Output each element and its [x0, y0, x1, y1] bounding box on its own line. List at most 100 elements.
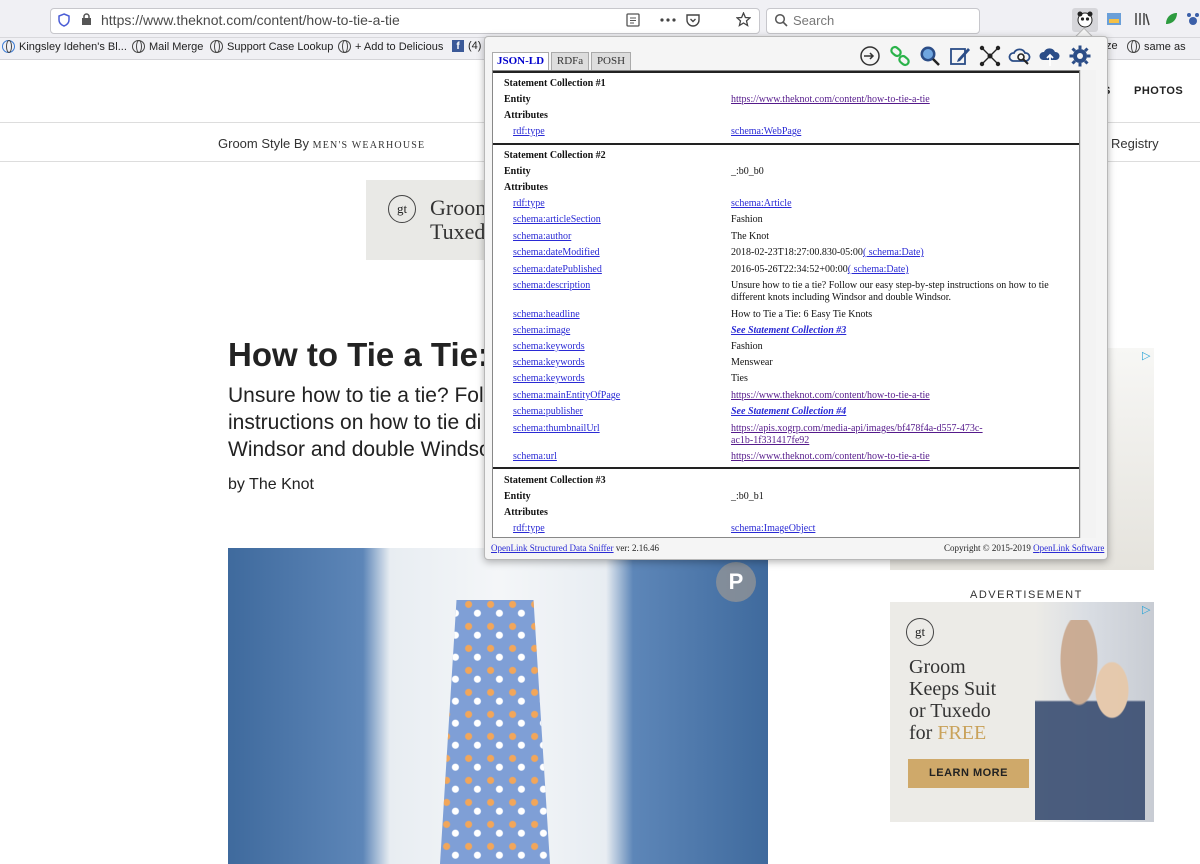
- attribute-value[interactable]: See Statement Collection #3: [731, 325, 846, 336]
- lock-icon[interactable]: [81, 13, 92, 26]
- nav-item-groom-style[interactable]: Groom Style By MEN'S WEARHOUSE: [218, 136, 425, 151]
- attribute-key[interactable]: schema:keywords: [513, 341, 585, 352]
- globe-icon: [338, 40, 351, 53]
- ad-headline-line: or Tuxedo: [909, 700, 991, 722]
- datatype-link[interactable]: ( schema:Date): [863, 247, 924, 258]
- entity-value: _:b0_b0: [731, 166, 764, 177]
- chain-link-icon[interactable]: [888, 44, 912, 68]
- attribute-value[interactable]: schema:ImageObject: [731, 523, 815, 534]
- edit-icon[interactable]: [948, 44, 972, 68]
- attribute-value-continued[interactable]: ac1b-1f331417fe92: [731, 435, 809, 446]
- article-byline[interactable]: by The Knot: [228, 476, 314, 494]
- popup-footer-copyright: Copyright © 2015-2019 OpenLink Software: [944, 543, 1104, 553]
- attribute-key[interactable]: schema:author: [513, 231, 571, 242]
- bookmark-item[interactable]: f (4): [452, 40, 481, 52]
- nav-item-registry[interactable]: Registry: [1111, 136, 1159, 151]
- library-icon[interactable]: [1134, 12, 1150, 26]
- tab-rdfa[interactable]: RDFa: [551, 52, 589, 70]
- paw-extension-icon[interactable]: [1186, 11, 1200, 27]
- entity-label: Entity: [504, 491, 531, 502]
- shield-icon[interactable]: [58, 13, 70, 27]
- pinterest-icon[interactable]: P: [716, 562, 756, 602]
- reader-view-icon[interactable]: [626, 13, 640, 27]
- datatype-link[interactable]: ( schema:Date): [848, 264, 909, 275]
- facebook-icon: f: [452, 40, 464, 52]
- collection-title: Statement Collection #3: [504, 475, 606, 486]
- attribute-key[interactable]: rdf:type: [513, 523, 545, 534]
- panel-scrollbar[interactable]: [1080, 70, 1096, 538]
- attribute-key[interactable]: schema:mainEntityOfPage: [513, 390, 620, 401]
- collection-divider: [493, 143, 1079, 145]
- attribute-value[interactable]: See Statement Collection #4: [731, 406, 846, 417]
- attribute-key[interactable]: schema:articleSection: [513, 214, 601, 225]
- bookmark-label: Mail Merge: [149, 40, 204, 53]
- attribute-key[interactable]: schema:publisher: [513, 406, 583, 417]
- entity-value: _:b0_b1: [731, 491, 764, 502]
- bookmark-item[interactable]: Support Case Lookup: [210, 40, 333, 53]
- bookmark-item[interactable]: Kingsley Idehen's Bl...: [2, 40, 127, 53]
- leaf-extension-icon[interactable]: [1163, 11, 1179, 27]
- groom-style-prefix: Groom Style By: [218, 136, 313, 151]
- bookmark-star-icon[interactable]: [736, 12, 751, 27]
- globe-icon: [210, 40, 223, 53]
- bookmark-label: Support Case Lookup: [227, 40, 334, 53]
- date-value: 2018-02-23T18:27:00.830-05:00: [731, 247, 863, 258]
- pocket-icon[interactable]: [686, 13, 700, 27]
- adchoices-icon[interactable]: ▷: [1142, 603, 1150, 616]
- ad-headline-line: for FREE: [909, 722, 1009, 744]
- attribute-key[interactable]: schema:keywords: [513, 357, 585, 368]
- tab-posh[interactable]: POSH: [591, 52, 631, 70]
- copyright-text: Copyright © 2015-2019: [944, 543, 1034, 553]
- bookmark-label: + Add to Delicious: [355, 40, 444, 53]
- extension-image-icon[interactable]: [1106, 11, 1122, 27]
- collection-divider: [493, 71, 1079, 73]
- attribute-value[interactable]: https://www.theknot.com/content/how-to-t…: [731, 390, 930, 401]
- attributes-label: Attributes: [504, 507, 548, 518]
- openlink-software-link[interactable]: OpenLink Software: [1033, 543, 1104, 553]
- cloud-search-icon[interactable]: [1008, 44, 1032, 68]
- attribute-key[interactable]: schema:dateModified: [513, 247, 600, 258]
- attribute-value: The Knot: [731, 231, 770, 242]
- bookmark-item[interactable]: same as: [1127, 40, 1186, 53]
- settings-gear-icon[interactable]: [1068, 44, 1092, 68]
- mens-wearhouse-logo: MEN'S WEARHOUSE: [312, 140, 426, 151]
- ad-headline: Groom Keeps Suit or Tuxedo for FREE: [909, 656, 1009, 744]
- ad-for-text: for: [909, 722, 938, 744]
- bookmark-item[interactable]: + Add to Delicious: [338, 40, 443, 53]
- bookmark-item[interactable]: Mail Merge: [132, 40, 203, 53]
- cloud-upload-icon[interactable]: [1038, 44, 1062, 68]
- attribute-key[interactable]: schema:image: [513, 325, 570, 336]
- entity-label: Entity: [504, 166, 531, 177]
- learn-more-button[interactable]: LEARN MORE: [908, 759, 1029, 788]
- entity-value[interactable]: https://www.theknot.com/content/how-to-t…: [731, 94, 930, 105]
- attribute-key[interactable]: schema:description: [513, 280, 590, 291]
- graph-network-icon[interactable]: [978, 44, 1002, 68]
- attribute-value: Unsure how to tie a tie? Follow our easy…: [731, 280, 1049, 291]
- globe-search-icon[interactable]: [918, 44, 942, 68]
- page-actions-icon[interactable]: [660, 18, 676, 22]
- attribute-key[interactable]: schema:thumbnailUrl: [513, 423, 600, 434]
- attribute-key[interactable]: schema:headline: [513, 309, 580, 320]
- browser-back-region: [0, 8, 44, 34]
- attribute-value[interactable]: schema:Article: [731, 198, 792, 209]
- attribute-key[interactable]: rdf:type: [513, 126, 545, 137]
- sniffer-home-link[interactable]: OpenLink Structured Data Sniffer: [491, 543, 614, 553]
- attribute-key[interactable]: schema:datePublished: [513, 264, 602, 275]
- attributes-label: Attributes: [504, 110, 548, 121]
- attribute-value[interactable]: schema:WebPage: [731, 126, 801, 137]
- adchoices-icon[interactable]: ▷: [1142, 349, 1150, 362]
- attribute-key[interactable]: schema:keywords: [513, 373, 585, 384]
- json-ld-panel[interactable]: Statement Collection #1 Entity https://w…: [492, 70, 1080, 538]
- url-text[interactable]: https://www.theknot.com/content/how-to-t…: [101, 12, 400, 28]
- attribute-value: Fashion: [731, 214, 763, 225]
- generation-tux-logo: gt: [388, 195, 416, 223]
- attribute-key[interactable]: rdf:type: [513, 198, 545, 209]
- attribute-key[interactable]: schema:url: [513, 451, 557, 462]
- attribute-value[interactable]: https://apis.xogrp.com/media-api/images/…: [731, 423, 983, 434]
- date-value: 2016-05-26T22:34:52+00:00: [731, 264, 848, 275]
- attribute-value[interactable]: https://www.theknot.com/content/how-to-t…: [731, 451, 930, 462]
- tab-json-ld[interactable]: JSON-LD: [492, 52, 549, 71]
- login-icon[interactable]: [858, 44, 882, 68]
- bookmark-label: same as: [1144, 40, 1186, 53]
- nav-item-photos[interactable]: PHOTOS: [1134, 85, 1183, 97]
